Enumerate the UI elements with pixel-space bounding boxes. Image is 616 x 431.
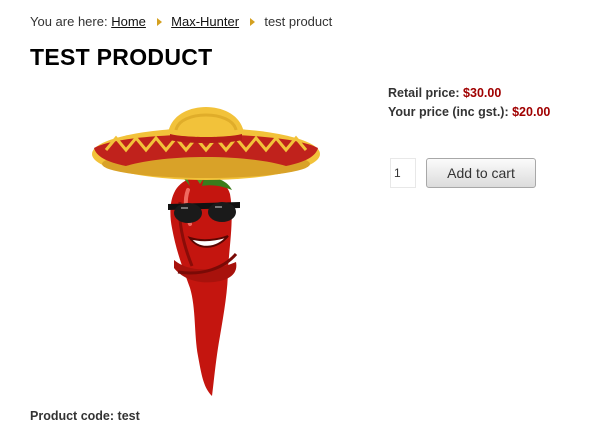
retail-price-value: $30.00	[463, 86, 502, 100]
breadcrumb-link-home[interactable]: Home	[111, 14, 146, 29]
breadcrumb-current: test product	[264, 14, 333, 29]
quantity-input[interactable]	[390, 158, 416, 188]
your-price-value: $20.00	[512, 105, 551, 119]
product-image	[92, 107, 320, 396]
retail-price-row: Retail price: $30.00	[388, 84, 550, 103]
product-code: Product code: test	[30, 409, 140, 423]
product-code-value: test	[117, 409, 140, 423]
your-price-label: Your price (inc gst.):	[388, 105, 509, 119]
page-title: TEST PRODUCT	[30, 44, 213, 70]
breadcrumb-link-max-hunter[interactable]: Max-Hunter	[171, 14, 239, 29]
chili-pepper-sombrero-icon	[92, 107, 320, 396]
add-to-cart-button[interactable]: Add to cart	[426, 158, 536, 188]
product-code-label: Product code:	[30, 409, 115, 423]
retail-price-label: Retail price:	[388, 86, 460, 100]
breadcrumb-prefix: You are here:	[30, 14, 108, 29]
breadcrumb-arrow-icon	[156, 18, 162, 27]
price-box: Retail price: $30.00 Your price (inc gst…	[388, 84, 550, 122]
your-price-row: Your price (inc gst.): $20.00	[388, 103, 550, 122]
breadcrumb-arrow-icon	[249, 18, 255, 27]
breadcrumb: You are here: Home Max-Hunter test produ…	[30, 14, 332, 29]
product-page: You are here: Home Max-Hunter test produ…	[0, 0, 616, 431]
